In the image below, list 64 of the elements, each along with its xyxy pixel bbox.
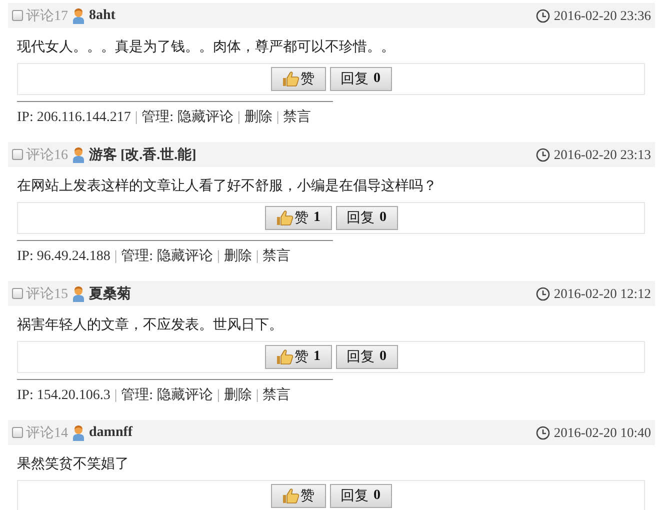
separator: | <box>276 109 280 127</box>
checkbox[interactable] <box>12 149 23 160</box>
separator: | <box>238 109 240 127</box>
checkbox[interactable] <box>12 427 23 438</box>
comment-text: 祸害年轻人的文章，不应发表。世风日下。 <box>17 316 284 335</box>
thumbs-up-icon <box>282 71 300 87</box>
manage-label: 管理: <box>142 109 174 127</box>
user-icon <box>72 286 85 302</box>
admin-link[interactable]: 删除 <box>244 109 272 127</box>
thumbs-up-icon <box>282 488 300 504</box>
comment-number: 评论15 <box>26 286 68 302</box>
ip-address: IP: 206.116.144.217 <box>17 109 131 127</box>
clock-icon <box>536 8 550 22</box>
admin-link[interactable]: 隐藏评论 <box>157 248 214 266</box>
user-name[interactable]: 夏桑菊 <box>89 284 131 302</box>
user-icon <box>72 146 85 162</box>
admin-link[interactable]: 禁言 <box>283 109 312 127</box>
user-icon <box>72 8 85 24</box>
comment-time: 2016-02-20 23:13 <box>554 146 651 162</box>
separator: | <box>256 248 259 266</box>
user-icon <box>72 424 85 440</box>
like-button[interactable]: 赞 1 <box>264 345 332 369</box>
comment-time: 2016-02-20 10:40 <box>554 424 651 440</box>
checkbox[interactable] <box>12 288 23 299</box>
reply-button[interactable]: 回复 0 <box>330 484 392 508</box>
comment-number: 评论16 <box>26 146 68 164</box>
reply-button[interactable]: 回复 0 <box>330 67 392 91</box>
thumbs-up-icon <box>276 349 294 365</box>
like-button[interactable]: 赞 <box>270 484 326 508</box>
separator: | <box>217 248 220 266</box>
user-name[interactable]: damnff <box>89 424 133 440</box>
like-button[interactable]: 赞 <box>270 67 326 91</box>
separator: | <box>134 109 138 127</box>
clock-icon <box>536 148 550 162</box>
comment-number: 评论14 <box>26 424 68 442</box>
admin-link[interactable]: 删除 <box>224 387 252 405</box>
separator: | <box>114 387 118 405</box>
clock-icon <box>536 426 550 440</box>
manage-label: 管理: <box>121 387 154 405</box>
admin-link[interactable]: 隐藏评论 <box>157 387 214 405</box>
user-name[interactable]: 游客 [改.香.世.能] <box>89 146 196 164</box>
checkbox[interactable] <box>12 10 23 21</box>
admin-link[interactable]: 禁言 <box>262 248 291 266</box>
ip-address: IP: 154.20.106.3 <box>17 387 110 405</box>
clock-icon <box>536 286 550 300</box>
reply-button[interactable]: 回复 0 <box>336 345 398 369</box>
comment-text: 果然笑贫不笑娼了 <box>17 456 130 474</box>
separator: | <box>256 387 259 405</box>
comment-number: 评论17 <box>26 8 68 24</box>
comment-time: 2016-02-20 23:36 <box>554 8 651 24</box>
manage-label: 管理: <box>121 248 154 266</box>
separator: | <box>217 387 220 405</box>
separator: | <box>114 248 118 266</box>
user-name[interactable]: 8aht <box>89 8 116 24</box>
reply-button[interactable]: 回复 0 <box>336 206 398 230</box>
admin-link[interactable]: 删除 <box>224 248 252 266</box>
comment-time: 2016-02-20 12:12 <box>554 286 651 302</box>
thumbs-up-icon <box>276 210 294 226</box>
comment-text: 现代女人。。。真是为了钱。。肉体，尊严都可以不珍惜。。 <box>17 38 396 57</box>
like-button[interactable]: 赞 1 <box>264 206 332 230</box>
comment-text: 在网站上发表这样的文章让人看了好不舒服，小编是在倡导这样吗？ <box>17 177 438 196</box>
ip-address: IP: 96.49.24.188 <box>17 248 110 266</box>
admin-link[interactable]: 禁言 <box>262 387 291 405</box>
admin-link[interactable]: 隐藏评论 <box>178 109 234 127</box>
